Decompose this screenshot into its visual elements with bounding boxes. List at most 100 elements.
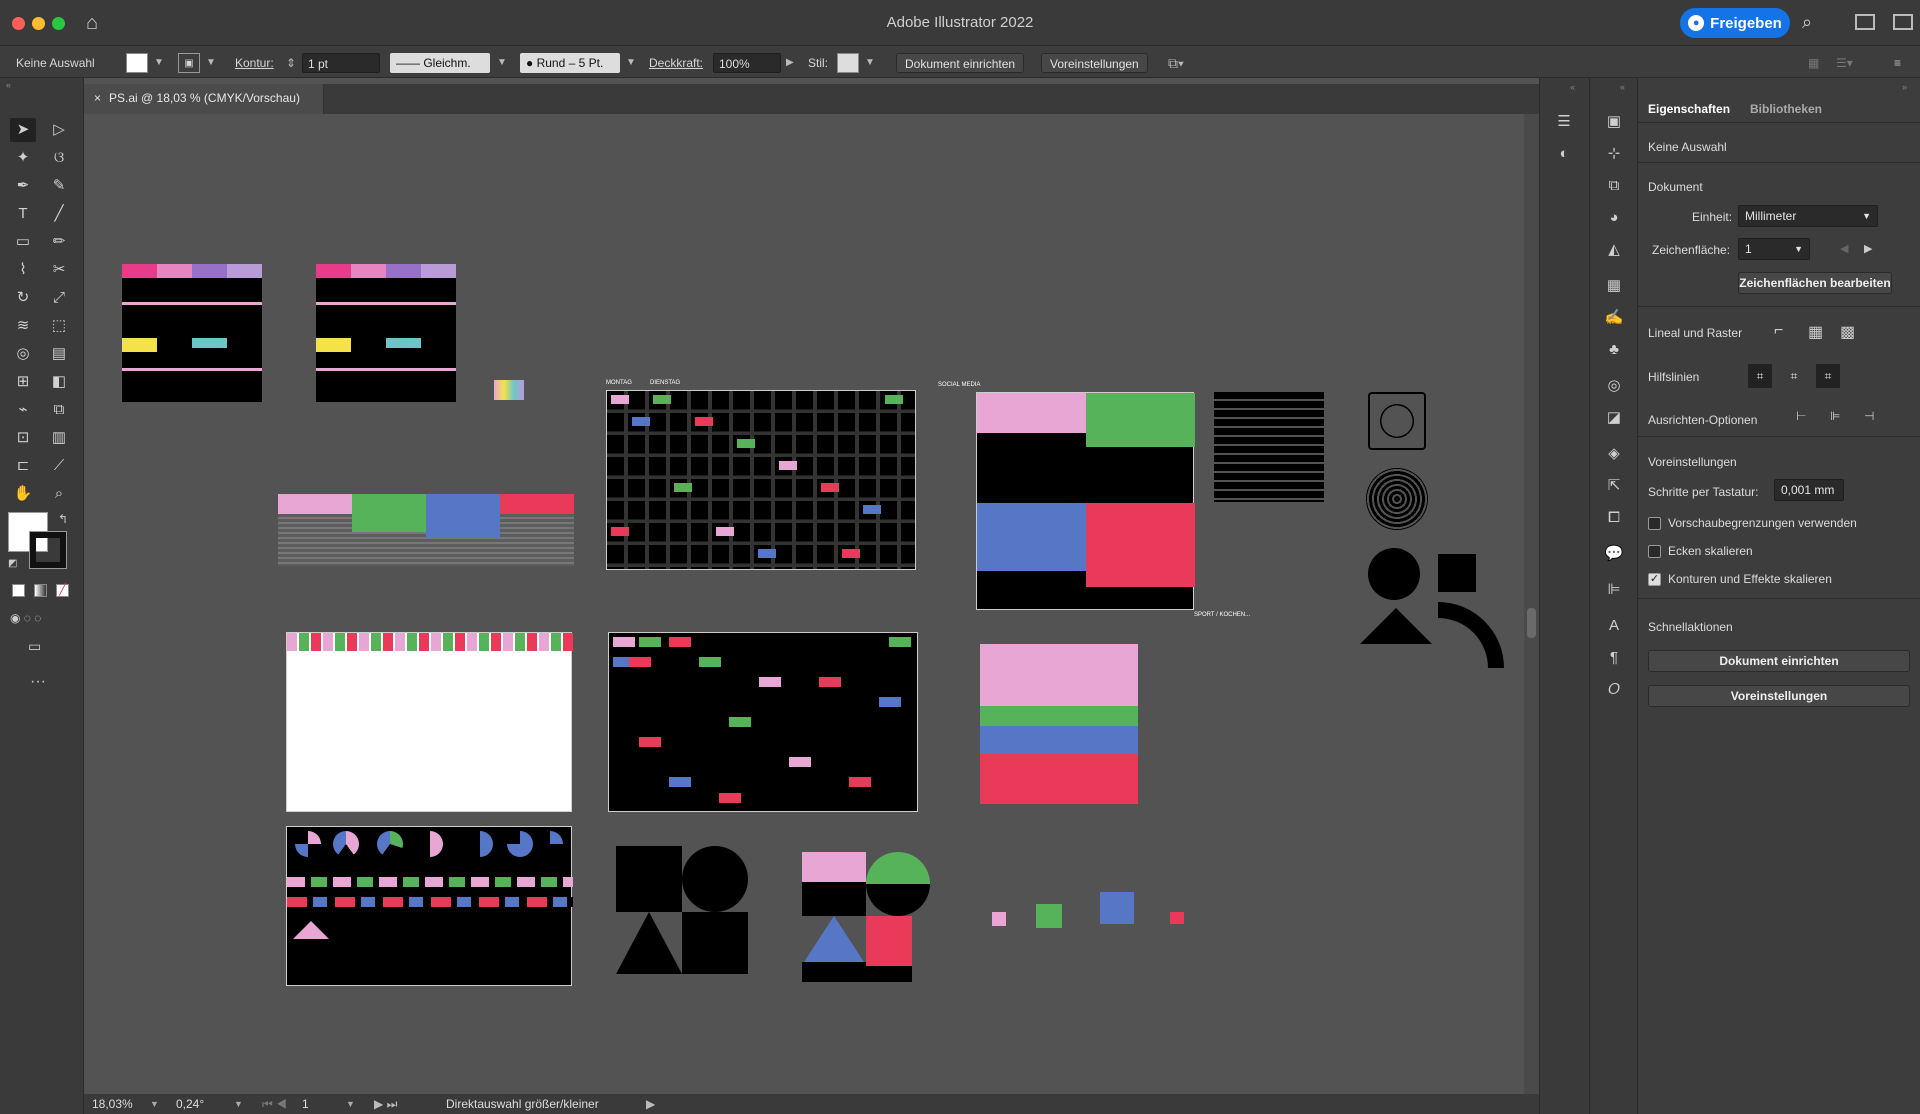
comments-icon[interactable]: 💬 [1604,544,1624,564]
chevron-down-icon[interactable]: ▼ [626,53,636,73]
shape-builder-icon[interactable]: ◎ [10,342,36,366]
graph-tool-icon[interactable]: ▥ [46,426,72,450]
chevron-down-icon[interactable]: ▼ [865,53,875,73]
transparency-icon[interactable]: ◪ [1604,408,1624,428]
artwork-black-triangle[interactable] [616,912,682,974]
pen-tool-icon[interactable]: ✒ [10,174,36,198]
keyboard-increment-field[interactable]: 0,001 mm [1774,479,1844,501]
artwork-small-pink-square[interactable] [992,912,1006,926]
symbols-icon[interactable]: ♣ [1604,340,1624,360]
grid-icon[interactable]: ▦ [1808,322,1823,342]
opacity-label[interactable]: Deckkraft: [649,53,703,73]
artwork-pie-board[interactable] [286,826,573,986]
line-tool-icon[interactable]: ╱ [46,202,72,226]
magic-wand-icon[interactable]: ✦ [10,146,36,170]
mesh-tool-icon[interactable]: ⊞ [10,370,36,394]
chevron-down-icon[interactable]: ▼ [206,53,216,73]
brushes-icon[interactable]: ✍ [1604,308,1624,328]
opacity-field[interactable]: 100% [713,53,781,73]
collapse-icon[interactable]: « [1620,82,1625,92]
blend-tool-icon[interactable]: ⧉ [46,398,72,422]
document-setup-button[interactable]: Dokument einrichten [896,53,1025,73]
arrange-icon[interactable]: ⧉▾ [1168,53,1184,73]
direct-selection-tool-icon[interactable]: ▷ [46,118,72,142]
chevron-right-icon[interactable]: ▶ [646,1094,655,1114]
chevron-down-icon[interactable]: ▼ [497,53,507,73]
artwork-triangle-shape[interactable] [1360,608,1432,644]
show-guides-icon[interactable]: ⌗ [1748,364,1772,388]
artboards-icon[interactable]: ⧠ [1604,508,1624,528]
chevron-down-icon[interactable]: ▼ [150,1094,159,1114]
artwork-color-stack[interactable] [980,644,1138,804]
chevron-down-icon[interactable]: ▼ [154,53,164,73]
distribute-icon[interactable]: ☰▾ [1836,53,1853,73]
brush-select[interactable]: ● Rund – 5 Pt. [520,53,620,73]
preferences-button[interactable]: Voreinstellungen [1041,53,1148,73]
chevron-down-icon[interactable]: ▼ [234,1094,243,1114]
prev-artboard-icon[interactable]: ◀ [1840,242,1848,255]
swap-colors-icon[interactable]: ↰ [58,512,68,526]
gradient-panel-icon[interactable]: ◭ [1604,240,1624,260]
scale-tool-icon[interactable]: ⤢ [46,286,72,310]
artwork-target-icon[interactable] [1366,468,1428,530]
warp-tool-icon[interactable]: ≋ [10,314,36,338]
artwork-color-swatches[interactable] [494,380,524,400]
character-icon[interactable]: A [1604,616,1624,636]
appearance-icon[interactable]: ◐ [1554,144,1574,164]
default-colors-icon[interactable]: ◩ [8,558,17,569]
scissors-icon[interactable]: ✂ [46,258,72,282]
first-artboard-icon[interactable]: ⏮ ◀ [262,1094,287,1114]
artwork-small-red-square[interactable] [1170,912,1184,924]
edit-artboards-button[interactable]: Zeichenflächen bearbeiten [1738,272,1892,294]
artwork-knot-icon[interactable] [1368,392,1426,450]
artwork-black-rect[interactable] [682,912,748,974]
lock-guides-icon[interactable]: ⌗ [1782,364,1806,388]
expand-icon[interactable]: » [1902,82,1907,92]
align-center-icon[interactable]: ⊫ [1830,409,1840,423]
screen-mode-icon[interactable]: ▭ [28,638,41,655]
transform-icon[interactable]: ⊹ [1604,144,1624,164]
rotation-value[interactable]: 0,24° [176,1094,204,1114]
symbol-sprayer-icon[interactable]: ⊡ [10,426,36,450]
style-swatch[interactable] [837,53,859,73]
smart-guides-icon[interactable]: ⌗ [1816,364,1840,388]
rectangle-tool-icon[interactable]: ▭ [10,230,36,254]
stroke-swatch-icon[interactable]: ▣ [178,53,200,73]
ruler-icon[interactable]: ⌐ [1774,322,1783,340]
share-button[interactable]: ● Freigeben [1680,8,1790,38]
color-icon[interactable]: ◕ [1604,208,1624,228]
scale-corners-checkbox[interactable] [1648,545,1661,558]
next-artboard-icon[interactable]: ▶ [1864,242,1872,255]
scale-strokes-checkbox[interactable]: ✓ [1648,573,1661,586]
scroll-thumb[interactable] [1527,608,1536,638]
transparency-grid-icon[interactable]: ▩ [1840,322,1855,342]
gradient-mode-icon[interactable] [34,584,47,597]
pencil-tool-icon[interactable]: ✏ [46,230,72,254]
menu-icon[interactable]: ☰ [1554,112,1574,132]
eyedropper-icon[interactable]: ⌁ [10,398,36,422]
color-guide-icon[interactable]: ▣ [1604,112,1624,132]
collapse-icon[interactable]: « [1570,82,1575,92]
artwork-black-square[interactable] [616,846,682,912]
vertical-scrollbar[interactable] [1524,114,1539,1094]
selection-tool-icon[interactable]: ➤ [10,118,36,142]
artwork-arc-shape[interactable] [1438,602,1504,668]
artboard-tool-icon[interactable]: ⊏ [10,454,36,478]
next-artboard-icon[interactable]: ▶ ⏭ [374,1094,397,1114]
artwork-stripes[interactable] [1214,392,1324,502]
unit-select[interactable]: Millimeter ▼ [1738,205,1878,227]
artwork-week-grid[interactable] [606,390,916,570]
tab-properties[interactable]: Eigenschaften [1648,102,1730,116]
stepper-icon[interactable]: ⇕ [286,53,296,73]
paragraph-icon[interactable]: ¶ [1604,648,1624,668]
close-tab-icon[interactable]: × [94,91,101,105]
artwork-black-circle[interactable] [682,846,748,912]
artboard-canvas[interactable]: MONTAG DIENSTAG SOCIAL MEDIA SPORT / KOC… [84,114,1524,1094]
tab-libraries[interactable]: Bibliotheken [1750,102,1822,116]
chevron-down-icon[interactable]: ▼ [346,1094,355,1114]
stroke-panel-icon[interactable]: ◎ [1604,376,1624,396]
pathfinder-icon[interactable]: ⧉ [1604,176,1624,196]
layers-icon[interactable]: ◈ [1604,444,1624,464]
perspective-grid-icon[interactable]: ▤ [46,342,72,366]
align-icon[interactable]: ▦ [1808,53,1819,73]
